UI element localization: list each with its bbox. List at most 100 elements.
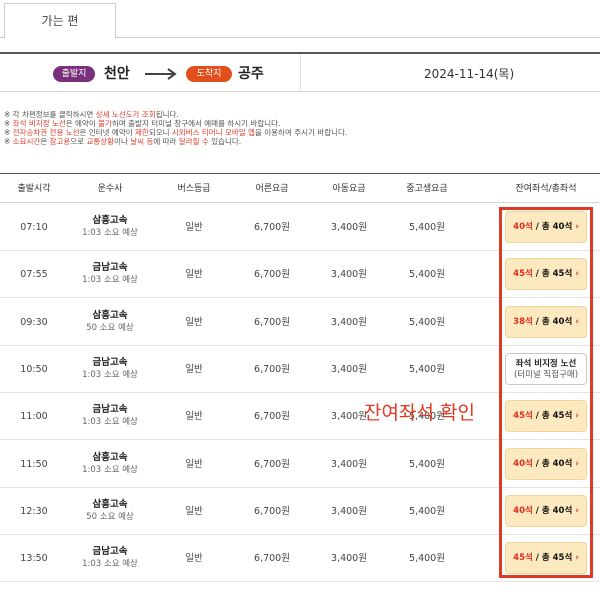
child-fare: 3,400원 [331,363,367,375]
annotation-label: 잔여좌석 확인 [364,402,475,424]
youth-fare: 5,400원 [409,363,445,375]
departure-time: 07:10 [20,222,48,233]
operator-name: 금남고속 [92,546,128,558]
operator-cell: 삼흥고속 50 소요 예상 [66,309,154,335]
notice-highlight: 소요시간 [12,137,41,146]
child-fare: 3,400원 [331,222,367,233]
header-youth-fare: 중고생요금 [406,184,448,194]
estimated-duration: 1:03 소요 예상 [82,464,138,475]
notice-highlight: 참고용 [49,137,71,146]
notice-text: 을 이용하여 주시기 바랍니다. [254,128,348,137]
youth-fare: 5,400원 [409,505,445,517]
bus-grade: 일반 [185,269,203,281]
table-header: 출발시각 운수사 버스등급 어른요금 아동요금 중고생요금 잔여좌석/총좌석 [0,173,600,203]
notice-highlight: 좌석 비지정 노선 [12,119,66,128]
child-fare: 3,400원 [331,505,367,517]
notice-highlight: 제한 [135,128,149,137]
adult-fare: 6,700원 [254,458,290,470]
departure-city: 천안 [104,66,130,82]
arrow-right-icon [145,68,177,80]
notice-text: 되오니 [148,128,172,137]
estimated-duration: 50 소요 예상 [86,511,134,522]
operator-cell: 금남고속 1:03 소요 예상 [66,356,154,382]
estimated-duration: 1:03 소요 예상 [82,369,138,380]
child-fare: 3,400원 [331,553,367,565]
header-adult-fare: 어른요금 [255,184,289,194]
notice-text: 이나 [114,137,131,146]
notice-line: ※ 좌석 비지정 노선은 예약이 불가하며 출발지 터미널 창구에서 예매를 하… [4,119,598,128]
child-fare: 3,400원 [331,458,367,470]
adult-fare: 6,700원 [254,411,290,423]
notice-text: ※ 각 차편정보를 클릭하시면 [4,110,96,119]
operator-name: 삼흥고속 [92,309,128,321]
notice-line: ※ 전자승차권 전용 노선은 인터넷 예약이 제한되오니 시외버스 티머니 모바… [4,128,598,137]
operator-cell: 삼흥고속 1:03 소요 예상 [66,214,154,240]
operator-name: 삼흥고속 [92,451,128,463]
departure-badge: 출발지 [53,66,95,82]
bus-grade: 일반 [185,363,203,375]
youth-fare: 5,400원 [409,458,445,470]
notice-text: 은 인터넷 예약이 [79,128,135,137]
bus-grade: 일반 [185,553,203,565]
operator-cell: 금남고속 1:03 소요 예상 [66,545,154,571]
bus-grade: 일반 [185,316,203,328]
estimated-duration: 1:03 소요 예상 [82,275,138,286]
travel-date: 2024-11-14(목) [424,67,515,81]
youth-fare: 5,400원 [409,553,445,565]
notice-highlight: 교통상황 [86,137,115,146]
notice-text: ※ [4,128,13,137]
notice-text: 됩니다. [155,110,179,119]
notice-highlight: 시외버스 티머니 모바일 앱 [171,128,255,137]
child-fare: 3,400원 [331,269,367,281]
bus-grade: 일반 [185,505,203,517]
arrival-badge: 도착지 [186,66,232,82]
departure-time: 09:30 [20,316,48,328]
child-fare: 3,400원 [331,316,367,328]
notice-text: ※ [4,137,13,146]
adult-fare: 6,700원 [254,553,290,565]
header-bus-grade: 버스등급 [177,184,211,194]
operator-cell: 금남고속 1:03 소요 예상 [66,403,154,429]
youth-fare: 5,400원 [409,316,445,328]
notice-text: 에 따라 [153,137,179,146]
notice-text: ※ [4,119,13,128]
adult-fare: 6,700원 [254,363,290,375]
youth-fare: 5,400원 [409,222,445,233]
bus-grade: 일반 [185,458,203,470]
seat-column-highlight [499,207,593,578]
header-child-fare: 아동요금 [332,184,366,194]
operator-name: 금남고속 [92,404,128,416]
adult-fare: 6,700원 [254,505,290,517]
route-divider [300,54,301,92]
estimated-duration: 1:03 소요 예상 [82,228,138,238]
bus-grade: 일반 [185,222,203,233]
notice-text: 은 예약이 [65,119,99,128]
operator-cell: 삼흥고속 1:03 소요 예상 [66,451,154,477]
bus-grade: 일반 [185,411,203,423]
tab-outbound[interactable]: 가는 편 [4,3,116,39]
youth-fare: 5,400원 [409,269,445,281]
notice-line: ※ 소요시간은 참고용으로 교통상황이나 날씨 등에 따라 달라질 수 있습니다… [4,137,598,146]
header-seats: 잔여좌석/총좌석 [515,184,577,194]
operator-name: 삼흥고속 [92,498,128,510]
adult-fare: 6,700원 [254,316,290,328]
adult-fare: 6,700원 [254,269,290,281]
header-operator: 운수사 [97,184,123,194]
notice-highlight: 불가 [98,119,112,128]
operator-name: 삼흥고속 [92,215,128,226]
notice-text: 은 [40,137,50,146]
adult-fare: 6,700원 [254,222,290,233]
notice-list: ※ 각 차편정보를 클릭하시면 상세 노선도가 조회됩니다. ※ 좌석 비지정 노… [4,110,598,146]
notice-highlight: 날씨 등 [130,137,154,146]
header-departure-time: 출발시각 [17,184,51,194]
notice-highlight: 달라질 수 [178,137,209,146]
departure-time: 11:00 [20,411,48,423]
notice-text: 으로 [70,137,87,146]
notice-text: 있습니다. [208,137,242,146]
tab-bar: 가는 편 [0,0,600,39]
departure-time: 07:55 [20,269,48,281]
operator-cell: 삼흥고속 50 소요 예상 [66,498,154,524]
operator-cell: 금남고속 1:03 소요 예상 [66,261,154,287]
departure-time: 13:50 [20,553,48,565]
operator-name: 금남고속 [92,356,128,368]
